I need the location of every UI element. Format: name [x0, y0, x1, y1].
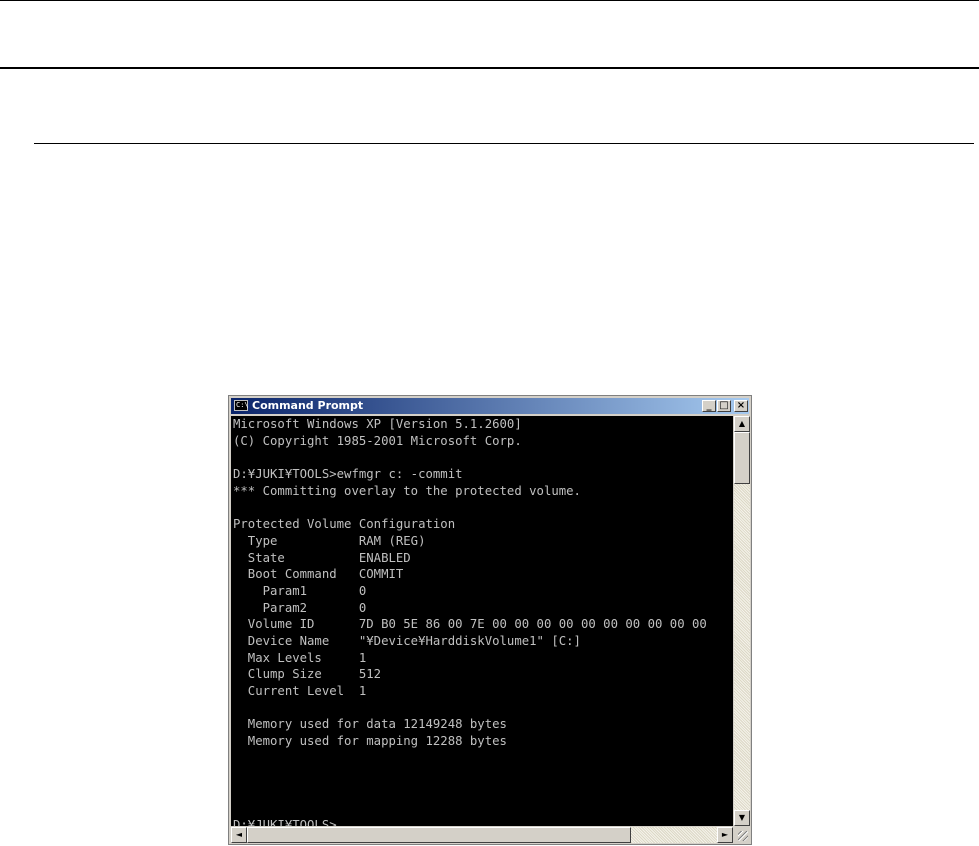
- close-button[interactable]: ×: [734, 400, 748, 412]
- maximize-button[interactable]: □: [717, 400, 731, 412]
- window-title: Command Prompt: [252, 399, 364, 412]
- console-line: D:¥JUKI¥TOOLS>: [233, 817, 733, 826]
- console-line: Device Name "¥Device¥HarddiskVolume1" [C…: [233, 633, 581, 648]
- horizontal-scroll-thumb[interactable]: [247, 827, 631, 843]
- scroll-down-button[interactable]: ▼: [734, 810, 750, 826]
- console-line: Volume ID 7D B0 5E 86 00 7E 00 00 00 00 …: [233, 617, 707, 632]
- console-line: Param2 0: [233, 600, 367, 615]
- console-line: Type RAM (REG): [233, 533, 426, 548]
- console-line: Param1 0: [233, 583, 367, 598]
- minimize-button[interactable]: _: [702, 400, 716, 412]
- console-line: Boot Command COMMIT: [233, 567, 404, 582]
- scroll-left-button[interactable]: ◄: [231, 827, 247, 843]
- vertical-scroll-thumb[interactable]: [734, 432, 750, 484]
- section-rule: [34, 143, 974, 144]
- resize-grip[interactable]: [734, 827, 750, 843]
- console-line: State ENABLED: [233, 550, 411, 565]
- command-prompt-window[interactable]: C:\ Command Prompt _ □ × Microsoft Windo…: [228, 395, 752, 845]
- console-line: (C) Copyright 1985-2001 Microsoft Corp.: [233, 433, 522, 448]
- console-line: Protected Volume Configuration: [233, 517, 456, 532]
- text-cursor: [336, 825, 344, 826]
- vertical-scrollbar[interactable]: ▲ ▼: [734, 416, 750, 826]
- console-line: Microsoft Windows XP [Version 5.1.2600]: [233, 417, 522, 431]
- console-line: D:¥JUKI¥TOOLS>ewfmgr c: -commit: [233, 467, 463, 482]
- scroll-up-button[interactable]: ▲: [734, 416, 750, 432]
- header-rule: [0, 67, 979, 69]
- page-top-rule: [0, 0, 979, 1]
- console-line: Memory used for data 12149248 bytes: [233, 717, 507, 732]
- horizontal-scrollbar[interactable]: ◄ ►: [231, 827, 733, 843]
- console-line: Current Level 1: [233, 684, 367, 698]
- scroll-right-button[interactable]: ►: [717, 827, 733, 843]
- console-line: Clump Size 512: [233, 667, 382, 682]
- console-line: Memory used for mapping 12288 bytes: [233, 734, 507, 749]
- console-line: Max Levels 1: [233, 650, 367, 665]
- console-output[interactable]: Microsoft Windows XP [Version 5.1.2600] (…: [231, 416, 733, 826]
- console-icon[interactable]: C:\: [234, 400, 249, 411]
- console-line: *** Committing overlay to the protected …: [233, 483, 581, 498]
- title-bar[interactable]: C:\ Command Prompt _ □ ×: [231, 398, 749, 414]
